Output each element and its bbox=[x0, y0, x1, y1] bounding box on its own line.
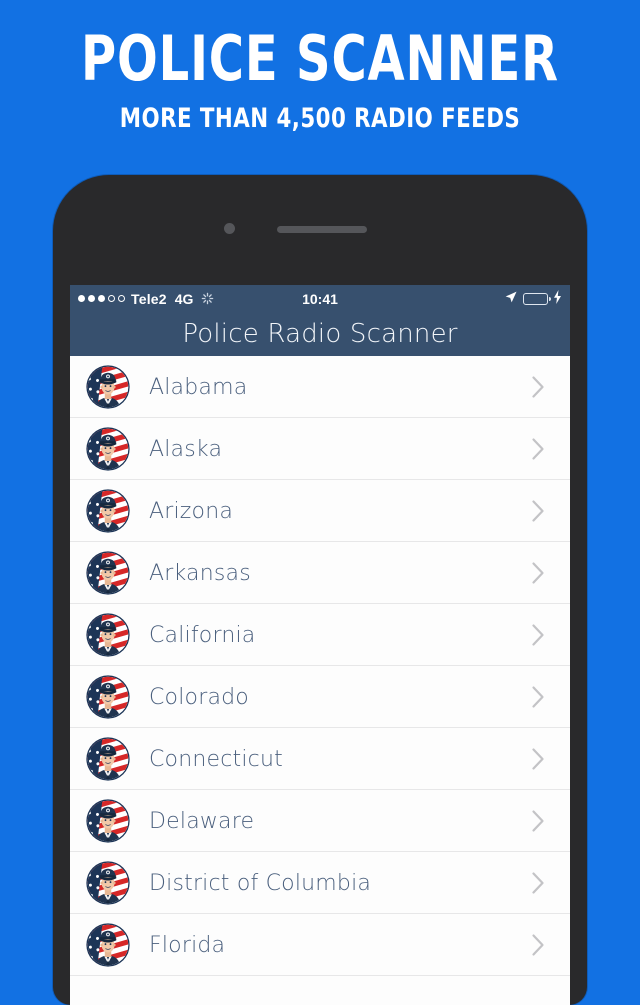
police-officer-flag-badge-icon bbox=[86, 489, 130, 533]
page-title: Police Radio Scanner bbox=[182, 319, 458, 349]
list-item[interactable]: Connecticut bbox=[70, 728, 570, 790]
police-officer-flag-badge-icon bbox=[86, 923, 130, 967]
list-item[interactable]: Delaware bbox=[70, 790, 570, 852]
status-bar-left: Tele2 4G bbox=[78, 291, 214, 307]
list-item[interactable]: Colorado bbox=[70, 666, 570, 728]
status-bar-right bbox=[504, 290, 562, 307]
chevron-right-icon bbox=[531, 933, 546, 957]
list-item[interactable]: Arizona bbox=[70, 480, 570, 542]
camera-dot-icon bbox=[224, 223, 235, 234]
list-item-label: Delaware bbox=[149, 808, 255, 834]
police-officer-flag-badge-icon bbox=[86, 427, 130, 471]
phone-mockup: Tele2 4G 10:41 Police Radio Scanner Alab… bbox=[53, 175, 587, 1005]
list-item-label: Alabama bbox=[149, 374, 248, 400]
police-officer-flag-badge-icon bbox=[86, 737, 130, 781]
police-officer-flag-badge-icon bbox=[86, 613, 130, 657]
police-officer-flag-badge-icon bbox=[86, 675, 130, 719]
chevron-right-icon bbox=[531, 437, 546, 461]
list-item[interactable]: District of Columbia bbox=[70, 852, 570, 914]
network-type-label: 4G bbox=[174, 290, 194, 307]
list-item[interactable]: Alaska bbox=[70, 418, 570, 480]
police-officer-flag-badge-icon bbox=[86, 551, 130, 595]
activity-spinner-icon bbox=[201, 292, 214, 305]
status-bar: Tele2 4G 10:41 bbox=[70, 285, 570, 312]
list-item-label: Florida bbox=[149, 932, 226, 958]
police-officer-flag-badge-icon bbox=[86, 365, 130, 409]
list-item-label: Arizona bbox=[149, 498, 234, 524]
chevron-right-icon bbox=[531, 375, 546, 399]
police-officer-flag-badge-icon bbox=[86, 799, 130, 843]
battery-icon bbox=[523, 292, 552, 305]
list-item[interactable]: California bbox=[70, 604, 570, 666]
list-item-label: California bbox=[149, 622, 256, 648]
list-item-label: Colorado bbox=[149, 684, 249, 710]
speaker-grille-icon bbox=[277, 226, 367, 233]
chevron-right-icon bbox=[531, 499, 546, 523]
list-item-label: Alaska bbox=[149, 436, 223, 462]
promo-header: POLICE SCANNER MORE THAN 4,500 RADIO FEE… bbox=[0, 0, 640, 175]
list-item-label: Connecticut bbox=[149, 746, 283, 772]
chevron-right-icon bbox=[531, 685, 546, 709]
phone-screen: Tele2 4G 10:41 Police Radio Scanner Alab… bbox=[70, 285, 570, 1005]
promo-title: POLICE SCANNER bbox=[81, 22, 559, 95]
location-arrow-icon bbox=[504, 290, 518, 307]
chevron-right-icon bbox=[531, 561, 546, 585]
chevron-right-icon bbox=[531, 809, 546, 833]
list-item[interactable]: Alabama bbox=[70, 356, 570, 418]
chevron-right-icon bbox=[531, 747, 546, 771]
list-item-label: Arkansas bbox=[149, 560, 251, 586]
promo-subtitle: MORE THAN 4,500 RADIO FEEDS bbox=[119, 103, 521, 134]
chevron-right-icon bbox=[531, 623, 546, 647]
list-item[interactable]: Florida bbox=[70, 914, 570, 976]
carrier-label: Tele2 bbox=[131, 290, 167, 307]
police-officer-flag-badge-icon bbox=[86, 861, 130, 905]
nav-bar: Police Radio Scanner bbox=[70, 312, 570, 356]
list-item-label: District of Columbia bbox=[149, 870, 372, 896]
chevron-right-icon bbox=[531, 871, 546, 895]
state-list[interactable]: Alabama Alaska Arizona Arkansas Californ… bbox=[70, 356, 570, 976]
list-item[interactable]: Arkansas bbox=[70, 542, 570, 604]
signal-strength-dots-icon bbox=[78, 295, 125, 302]
lightning-bolt-icon bbox=[553, 290, 562, 307]
